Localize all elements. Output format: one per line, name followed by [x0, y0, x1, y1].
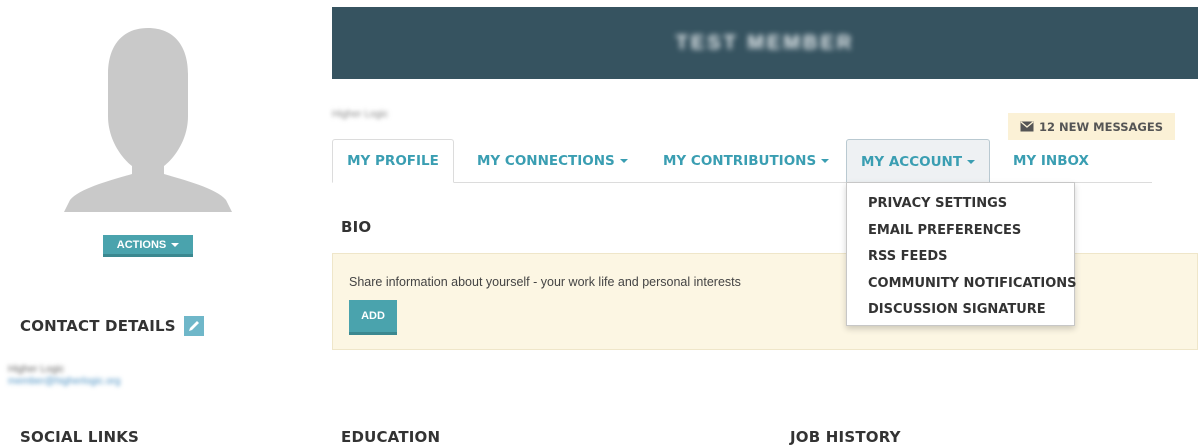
menu-item-privacy-settings[interactable]: PRIVACY SETTINGS: [847, 192, 1074, 219]
education-heading: EDUCATION: [341, 428, 441, 445]
member-organization: Higher Logic: [332, 109, 389, 120]
member-name: TEST MEMBER: [675, 31, 855, 54]
caret-down-icon: [619, 159, 628, 163]
job-history-heading: JOB HISTORY: [790, 428, 901, 445]
my-account-dropdown: PRIVACY SETTINGS EMAIL PREFERENCES RSS F…: [846, 182, 1077, 326]
profile-banner: TEST MEMBER: [332, 7, 1198, 79]
bio-heading: BIO: [341, 218, 372, 236]
contact-details-label: CONTACT DETAILS: [20, 317, 176, 335]
menu-item-community-notifications[interactable]: COMMUNITY NOTIFICATIONS: [847, 272, 1077, 299]
new-messages-badge[interactable]: 12 NEW MESSAGES: [1008, 113, 1176, 140]
tab-label: MY CONNECTIONS: [477, 153, 615, 169]
caret-down-icon: [171, 242, 180, 247]
contact-email-link[interactable]: member@higherlogic.org: [8, 376, 120, 387]
tab-my-profile[interactable]: MY PROFILE: [332, 139, 454, 183]
tab-my-connections[interactable]: MY CONNECTIONS: [477, 139, 628, 183]
bio-prompt: Share information about yourself - your …: [349, 275, 741, 289]
actions-button[interactable]: ACTIONS: [103, 235, 193, 257]
menu-item-rss-feeds[interactable]: RSS FEEDS: [847, 245, 1074, 272]
caret-down-icon: [821, 159, 830, 163]
tab-label: MY PROFILE: [347, 153, 439, 169]
tab-label: MY INBOX: [1013, 153, 1089, 169]
messages-label: 12 NEW MESSAGES: [1039, 119, 1164, 134]
tab-my-account[interactable]: MY ACCOUNT: [846, 139, 990, 183]
actions-label: ACTIONS: [116, 238, 167, 251]
tab-label: MY ACCOUNT: [860, 153, 963, 170]
menu-item-email-preferences[interactable]: EMAIL PREFERENCES: [847, 219, 1074, 246]
caret-down-icon: [967, 159, 976, 164]
tab-my-contributions[interactable]: MY CONTRIBUTIONS: [663, 139, 830, 183]
pencil-icon[interactable]: [183, 316, 204, 336]
menu-item-discussion-signature[interactable]: DISCUSSION SIGNATURE: [847, 298, 1074, 325]
contact-organization: Higher Logic: [8, 364, 65, 375]
contact-details-heading: CONTACT DETAILS: [20, 316, 204, 336]
avatar-placeholder: [64, 28, 232, 212]
tab-label: MY CONTRIBUTIONS: [663, 153, 817, 169]
social-links-heading: SOCIAL LINKS: [20, 428, 140, 445]
tab-my-inbox[interactable]: MY INBOX: [1013, 139, 1089, 183]
add-bio-button[interactable]: ADD: [349, 300, 397, 335]
envelope-icon: [1020, 121, 1034, 132]
